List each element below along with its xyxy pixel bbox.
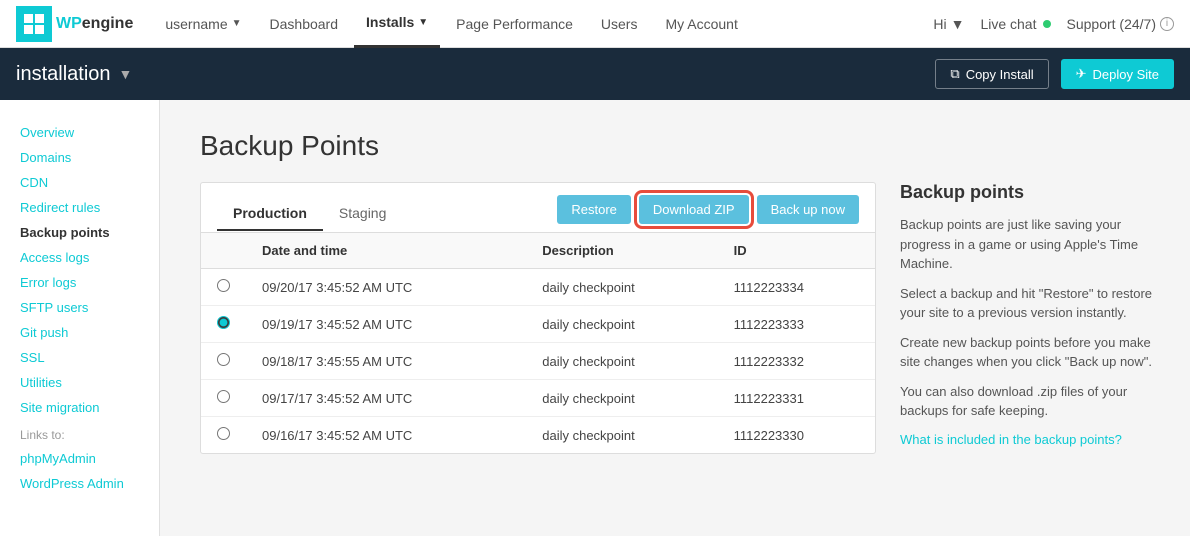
info-para-1: Backup points are just like saving your …	[900, 215, 1160, 274]
tab-actions: Restore Download ZIP Back up now	[557, 195, 859, 224]
info-para-3: Create new backup points before you make…	[900, 333, 1160, 372]
nav-item-my-account[interactable]: My Account	[653, 0, 749, 48]
info-panel: Backup points Backup points are just lik…	[900, 182, 1160, 454]
sidebar-item-site-migration[interactable]: Site migration	[0, 395, 159, 420]
cell-description: daily checkpoint	[526, 380, 717, 417]
cell-description: daily checkpoint	[526, 343, 717, 380]
sidebar-item-wordpress-admin[interactable]: WordPress Admin	[0, 471, 159, 496]
chevron-down-icon: ▼	[418, 17, 428, 28]
backup-panel: Production Staging Restore Download ZIP …	[200, 182, 1160, 454]
cell-id: 1112223331	[718, 380, 875, 417]
cell-id: 1112223330	[718, 417, 875, 454]
sidebar-item-access-logs[interactable]: Access logs	[0, 245, 159, 270]
deploy-site-button[interactable]: ✈ Deploy Site	[1061, 59, 1174, 89]
live-chat-link[interactable]: Live chat	[980, 16, 1050, 32]
top-navigation: WPengine username ▼ Dashboard Installs ▼…	[0, 0, 1190, 48]
col-id: ID	[718, 233, 875, 269]
cell-description: daily checkpoint	[526, 306, 717, 343]
tab-staging[interactable]: Staging	[323, 197, 402, 231]
sidebar-item-phpmyadmin[interactable]: phpMyAdmin	[0, 446, 159, 471]
nav-item-dashboard[interactable]: Dashboard	[258, 0, 351, 48]
cell-id: 1112223334	[718, 269, 875, 306]
sidebar-item-error-logs[interactable]: Error logs	[0, 270, 159, 295]
install-title: installation ▼	[16, 63, 132, 86]
back-up-now-button[interactable]: Back up now	[757, 195, 859, 224]
radio-cell[interactable]	[201, 343, 246, 380]
nav-item-page-performance[interactable]: Page Performance	[444, 0, 585, 48]
live-status-dot	[1043, 20, 1051, 28]
cell-date: 09/16/17 3:45:52 AM UTC	[246, 417, 526, 454]
cell-id: 1112223332	[718, 343, 875, 380]
nav-right: Hi ▼ Live chat Support (24/7) i	[933, 16, 1174, 32]
table-row: 09/16/17 3:45:52 AM UTC daily checkpoint…	[201, 417, 875, 454]
sidebar-item-cdn[interactable]: CDN	[0, 170, 159, 195]
download-zip-button[interactable]: Download ZIP	[639, 195, 749, 224]
restore-button[interactable]: Restore	[557, 195, 631, 224]
copy-install-button[interactable]: ⧉ Copy Install	[935, 59, 1048, 89]
info-panel-title: Backup points	[900, 182, 1160, 203]
table-row: 09/20/17 3:45:52 AM UTC daily checkpoint…	[201, 269, 875, 306]
deploy-icon: ✈	[1076, 66, 1087, 82]
radio-cell[interactable]	[201, 380, 246, 417]
table-row: 09/18/17 3:45:55 AM UTC daily checkpoint…	[201, 343, 875, 380]
logo-icon	[16, 6, 52, 42]
cell-date: 09/20/17 3:45:52 AM UTC	[246, 269, 526, 306]
col-date: Date and time	[246, 233, 526, 269]
cell-date: 09/19/17 3:45:52 AM UTC	[246, 306, 526, 343]
hi-dropdown[interactable]: Hi ▼	[933, 16, 964, 32]
table-row: 09/19/17 3:45:52 AM UTC daily checkpoint…	[201, 306, 875, 343]
backup-table: Date and time Description ID 09/20/17 3:…	[201, 233, 875, 453]
chevron-down-icon: ▼	[119, 66, 133, 82]
table-header-row: Date and time Description ID	[201, 233, 875, 269]
sidebar-item-utilities[interactable]: Utilities	[0, 370, 159, 395]
chevron-down-icon: ▼	[232, 18, 242, 29]
install-bar: installation ▼ ⧉ Copy Install ✈ Deploy S…	[0, 48, 1190, 100]
info-icon: i	[1160, 17, 1174, 31]
radio-cell[interactable]	[201, 269, 246, 306]
col-description: Description	[526, 233, 717, 269]
sidebar-item-domains[interactable]: Domains	[0, 145, 159, 170]
sidebar-item-git-push[interactable]: Git push	[0, 320, 159, 345]
copy-icon: ⧉	[950, 66, 959, 82]
main-content: Backup Points Production Staging Restore…	[160, 100, 1190, 536]
nav-item-users[interactable]: Users	[589, 0, 650, 48]
sidebar: Overview Domains CDN Redirect rules Back…	[0, 100, 160, 536]
sidebar-item-backup-points[interactable]: Backup points	[0, 220, 159, 245]
main-layout: Overview Domains CDN Redirect rules Back…	[0, 100, 1190, 536]
sidebar-item-overview[interactable]: Overview	[0, 120, 159, 145]
info-link[interactable]: What is included in the backup points?	[900, 432, 1122, 447]
logo: WPengine	[16, 6, 133, 42]
sidebar-links-section: Links to:	[0, 420, 159, 446]
chevron-down-icon: ▼	[951, 16, 965, 32]
nav-item-installs[interactable]: Installs ▼	[354, 0, 440, 48]
tab-bar: Production Staging Restore Download ZIP …	[201, 183, 875, 233]
info-para-4: You can also download .zip files of your…	[900, 382, 1160, 421]
info-para-2: Select a backup and hit "Restore" to res…	[900, 284, 1160, 323]
cell-description: daily checkpoint	[526, 417, 717, 454]
nav-items: username ▼ Dashboard Installs ▼ Page Per…	[153, 0, 933, 48]
page-title: Backup Points	[200, 130, 1160, 162]
support-link[interactable]: Support (24/7) i	[1067, 16, 1175, 32]
col-select	[201, 233, 246, 269]
tab-production[interactable]: Production	[217, 197, 323, 231]
sidebar-item-sftp-users[interactable]: SFTP users	[0, 295, 159, 320]
cell-description: daily checkpoint	[526, 269, 717, 306]
backup-table-section: Production Staging Restore Download ZIP …	[200, 182, 876, 454]
logo-text: WPengine	[56, 15, 133, 33]
cell-date: 09/18/17 3:45:55 AM UTC	[246, 343, 526, 380]
table-row: 09/17/17 3:45:52 AM UTC daily checkpoint…	[201, 380, 875, 417]
sidebar-item-redirect-rules[interactable]: Redirect rules	[0, 195, 159, 220]
cell-id: 1112223333	[718, 306, 875, 343]
install-actions: ⧉ Copy Install ✈ Deploy Site	[935, 59, 1174, 89]
nav-item-username[interactable]: username ▼	[153, 0, 253, 48]
sidebar-item-ssl[interactable]: SSL	[0, 345, 159, 370]
radio-cell[interactable]	[201, 417, 246, 454]
radio-cell[interactable]	[201, 306, 246, 343]
cell-date: 09/17/17 3:45:52 AM UTC	[246, 380, 526, 417]
